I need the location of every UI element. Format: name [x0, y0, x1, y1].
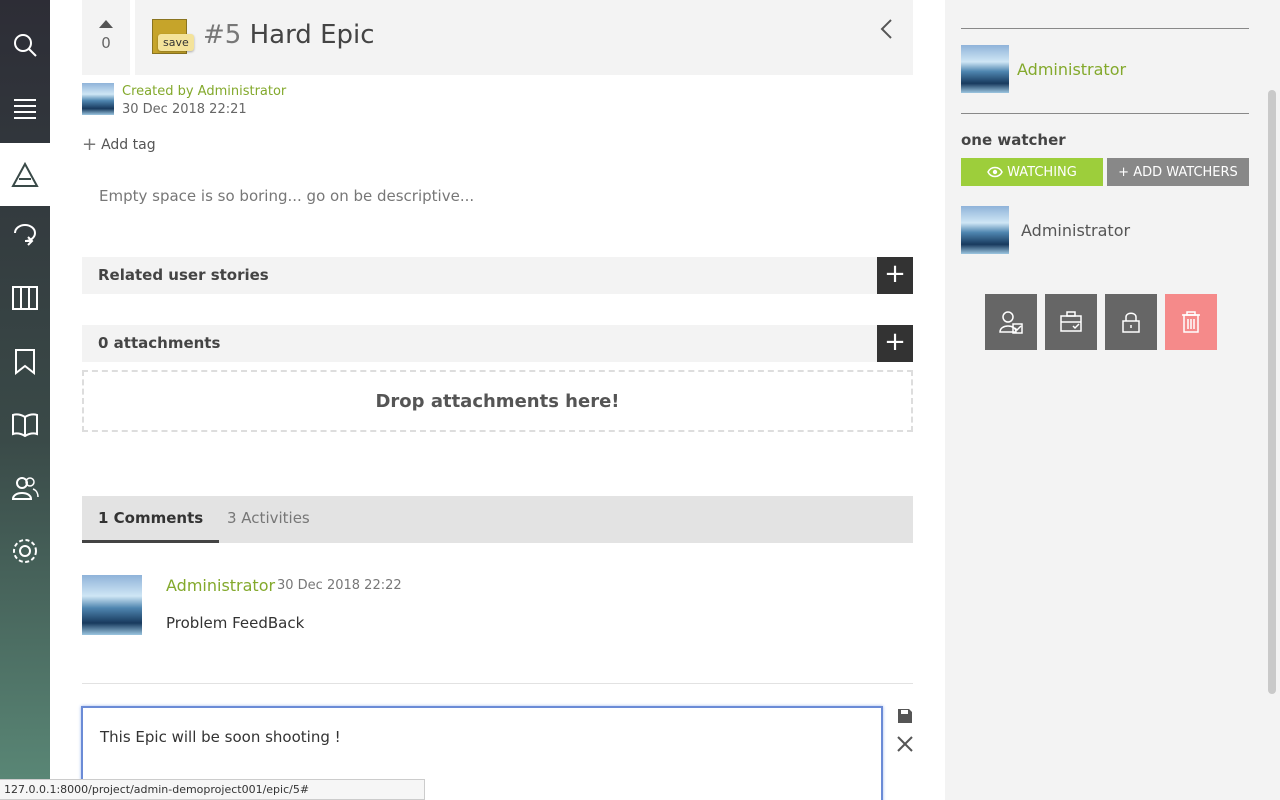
watching-label: WATCHING — [1007, 164, 1077, 180]
menu-icon — [14, 99, 36, 119]
comment-author[interactable]: Administrator — [166, 576, 275, 595]
sidebar-divider — [961, 113, 1249, 114]
add-watchers-button[interactable]: + ADD WATCHERS — [1107, 158, 1249, 186]
team-icon — [11, 477, 39, 500]
assigned-to[interactable]: Administrator — [961, 45, 1126, 93]
add-tag-label: Add tag — [101, 136, 156, 153]
add-related-story-button[interactable]: + — [877, 257, 913, 294]
trash-icon — [1182, 311, 1200, 333]
epic-ref: #5 — [203, 20, 242, 50]
epic-actions — [985, 294, 1225, 350]
upvote-widget[interactable]: 0 — [82, 0, 130, 75]
created-date: 30 Dec 2018 22:21 — [122, 102, 247, 117]
epic-sidebar: Administrator one watcher WATCHING + ADD… — [945, 0, 1280, 800]
lock-icon — [1122, 312, 1140, 333]
comment-date: 30 Dec 2018 22:22 — [277, 578, 402, 593]
epic-icon — [11, 161, 39, 187]
sidebar-divider — [961, 28, 1249, 29]
save-icon[interactable] — [896, 707, 914, 725]
watcher-name: Administrator — [1021, 220, 1131, 240]
title-bar: save #5 Hard Epic — [135, 0, 913, 75]
nav-epics[interactable] — [0, 143, 50, 206]
nav-team[interactable] — [0, 460, 50, 516]
sidebar-scrollbar[interactable] — [1268, 90, 1276, 694]
tab-comments[interactable]: 1 Comments — [82, 496, 220, 543]
page-title[interactable]: #5 Hard Epic — [203, 20, 375, 50]
upvote-arrow-icon[interactable] — [99, 20, 113, 28]
description-placeholder[interactable]: Empty space is so boring... go on be des… — [99, 187, 474, 205]
bookmark-icon — [15, 349, 35, 375]
vote-count: 0 — [101, 34, 111, 52]
add-tag-button[interactable]: + Add tag — [82, 134, 156, 155]
nav-backlog[interactable] — [0, 207, 50, 263]
search-icon — [14, 34, 37, 57]
comment-avatar — [82, 575, 142, 635]
nav-menu[interactable] — [0, 80, 50, 136]
watcher-item: Administrator — [961, 206, 1130, 254]
status-url: 127.0.0.1:8000/project/admin-demoproject… — [0, 779, 425, 800]
close-icon[interactable] — [896, 735, 914, 753]
eye-icon — [987, 166, 1003, 178]
nav-wiki[interactable] — [0, 396, 50, 452]
watching-button[interactable]: WATCHING — [961, 158, 1103, 186]
block-button[interactable] — [1045, 294, 1097, 350]
settings-icon — [13, 539, 37, 563]
nav-kanban[interactable] — [0, 270, 50, 326]
main-nav — [0, 0, 50, 800]
nav-search[interactable] — [0, 17, 50, 73]
comment-text: Problem FeedBack — [166, 614, 305, 632]
tab-activities[interactable]: 3 Activities — [211, 496, 326, 543]
user-check-icon — [999, 311, 1023, 334]
assigned-name[interactable]: Administrator — [1017, 60, 1126, 79]
nav-issues[interactable] — [0, 333, 50, 389]
chevron-left-icon[interactable] — [879, 18, 895, 40]
epic-title-text: Hard Epic — [249, 20, 375, 50]
attachments-title: 0 attachments — [98, 334, 221, 352]
assign-to-me-button[interactable] — [985, 294, 1037, 350]
scrum-icon — [14, 224, 36, 246]
delete-button[interactable] — [1165, 294, 1217, 350]
related-stories-section: Related user stories + — [82, 257, 913, 294]
epic-detail: 0 save #5 Hard Epic Created by Administr… — [50, 0, 945, 800]
plus-icon: + — [82, 134, 98, 155]
assigned-avatar — [961, 45, 1009, 93]
related-stories-title: Related user stories — [98, 266, 269, 284]
lock-button[interactable] — [1105, 294, 1157, 350]
divider — [82, 683, 913, 684]
save-tooltip[interactable]: save — [158, 34, 194, 51]
created-by: Created by Administrator 30 Dec 2018 22:… — [82, 83, 286, 119]
add-attachment-button[interactable]: + — [877, 325, 913, 362]
attachments-section: 0 attachments + — [82, 325, 913, 362]
comment-editor-text[interactable]: This Epic will be soon shooting ! — [100, 728, 341, 746]
creator-name[interactable]: Created by Administrator — [122, 83, 286, 101]
creator-avatar — [82, 83, 114, 115]
nav-admin[interactable] — [0, 523, 50, 579]
briefcase-check-icon — [1060, 311, 1082, 332]
watchers-title: one watcher — [961, 131, 1066, 149]
watcher-avatar — [961, 206, 1009, 254]
history-tabs: 1 Comments 3 Activities — [82, 496, 913, 543]
attachments-drop-zone[interactable]: Drop attachments here! — [82, 370, 913, 432]
kanban-icon — [12, 286, 38, 310]
book-icon — [12, 413, 38, 438]
